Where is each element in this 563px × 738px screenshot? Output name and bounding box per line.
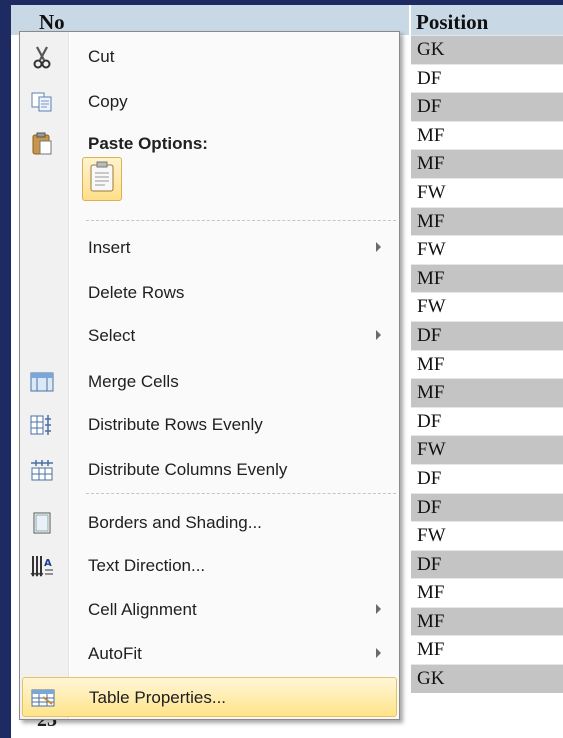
submenu-arrow-icon: [376, 330, 381, 340]
borders-shading-icon: [28, 510, 56, 536]
menu-item-distribute-columns[interactable]: Distribute Columns Evenly: [22, 450, 397, 490]
position-cell[interactable]: DF: [411, 92, 563, 121]
position-column: GK DF DF MF MF FW MF FW MF FW DF MF MF DF FW DF DF FW DF MF…: [411, 35, 563, 693]
position-cell[interactable]: GK: [411, 35, 563, 64]
scissors-icon: [28, 44, 56, 70]
menu-label-paste-options: Paste Options:: [88, 134, 208, 153]
position-cell[interactable]: FW: [411, 235, 563, 264]
menu-item-paste-options: Paste Options:: [22, 124, 397, 164]
column-header-position: Position: [416, 10, 489, 34]
distribute-columns-icon: [28, 457, 56, 483]
position-cell[interactable]: FW: [411, 292, 563, 321]
position-cell[interactable]: DF: [411, 406, 563, 436]
table-properties-icon: [29, 685, 57, 711]
copy-icon: [28, 89, 56, 115]
menu-item-borders-shading[interactable]: Borders and Shading...: [22, 503, 397, 543]
position-cell[interactable]: MF: [411, 606, 563, 636]
submenu-arrow-icon: [376, 604, 381, 614]
menu-label-autofit: AutoFit: [88, 644, 142, 663]
position-cell[interactable]: MF: [411, 120, 563, 150]
menu-item-cell-alignment[interactable]: Cell Alignment: [22, 590, 397, 630]
menu-item-text-direction[interactable]: A Text Direction...: [22, 546, 397, 586]
menu-item-copy[interactable]: Copy: [22, 82, 397, 122]
menu-label-copy: Copy: [88, 92, 128, 111]
menu-separator: [86, 220, 396, 221]
menu-label-text-direction: Text Direction...: [88, 556, 206, 575]
position-cell[interactable]: MF: [411, 378, 563, 407]
svg-text:A: A: [44, 558, 52, 569]
menu-label-insert: Insert: [88, 238, 131, 257]
menu-separator: [86, 493, 396, 494]
menu-item-insert[interactable]: Insert: [22, 228, 397, 268]
menu-label-select: Select: [88, 326, 136, 345]
position-cell[interactable]: MF: [411, 149, 563, 178]
paste-clipboard-icon: [89, 161, 115, 198]
menu-item-select[interactable]: Select: [22, 316, 397, 356]
position-cell[interactable]: DF: [411, 63, 563, 93]
context-menu: Cut Copy Paste Options: Insert Delete Ro…: [19, 31, 400, 720]
menu-label-borders-shading: Borders and Shading...: [88, 513, 262, 532]
position-cell[interactable]: MF: [411, 206, 563, 236]
position-cell[interactable]: DF: [411, 320, 563, 350]
menu-label-merge-cells: Merge Cells: [88, 372, 179, 391]
position-cell[interactable]: MF: [411, 635, 563, 664]
menu-label-distribute-rows: Distribute Rows Evenly: [88, 415, 263, 434]
position-cell[interactable]: DF: [411, 492, 563, 522]
menu-item-table-properties[interactable]: Table Properties...: [22, 677, 397, 717]
position-cell[interactable]: FW: [411, 521, 563, 550]
menu-label-cut: Cut: [88, 47, 115, 66]
menu-label-cell-alignment: Cell Alignment: [88, 600, 197, 619]
paste-keep-formatting-button[interactable]: [82, 157, 122, 201]
position-cell[interactable]: DF: [411, 549, 563, 579]
position-cell[interactable]: DF: [411, 463, 563, 493]
menu-label-table-properties: Table Properties...: [89, 688, 227, 707]
clipboard-icon: [28, 131, 56, 157]
menu-item-autofit[interactable]: AutoFit: [22, 634, 397, 674]
position-cell[interactable]: FW: [411, 177, 563, 207]
menu-item-distribute-rows[interactable]: Distribute Rows Evenly: [22, 405, 397, 445]
position-cell[interactable]: MF: [411, 349, 563, 379]
menu-item-merge-cells[interactable]: Merge Cells: [22, 362, 397, 402]
position-cell[interactable]: MF: [411, 578, 563, 607]
text-direction-icon: A: [28, 553, 56, 579]
distribute-rows-icon: [28, 412, 56, 438]
submenu-arrow-icon: [376, 648, 381, 658]
menu-item-delete-rows[interactable]: Delete Rows: [22, 273, 397, 313]
menu-label-distribute-columns: Distribute Columns Evenly: [88, 460, 288, 479]
window-frame-left: [0, 0, 11, 738]
menu-label-delete-rows: Delete Rows: [88, 283, 185, 302]
position-cell[interactable]: GK: [411, 664, 563, 693]
position-cell[interactable]: MF: [411, 263, 563, 293]
menu-item-cut[interactable]: Cut: [22, 37, 397, 77]
submenu-arrow-icon: [376, 242, 381, 252]
merge-cells-icon: [28, 369, 56, 395]
position-cell[interactable]: FW: [411, 435, 563, 464]
